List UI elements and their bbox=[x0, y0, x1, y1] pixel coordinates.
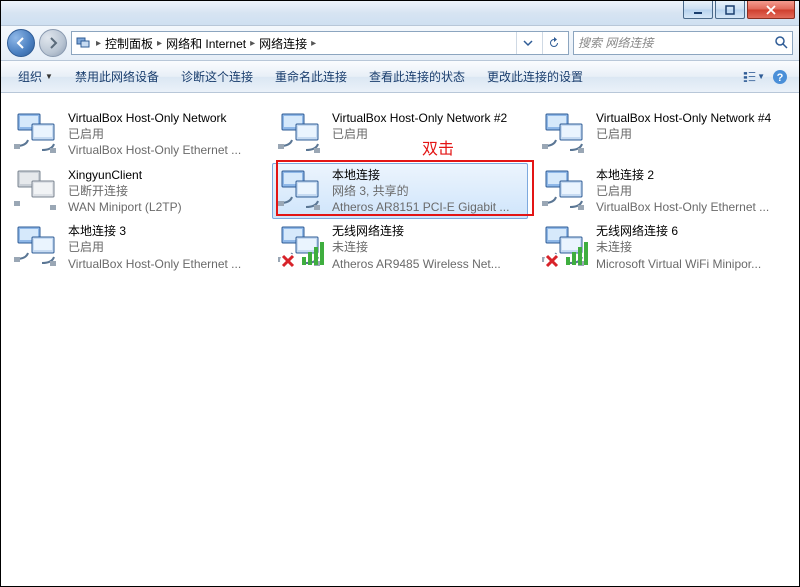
connection-text: 本地连接 3已启用VirtualBox Host-Only Ethernet .… bbox=[68, 223, 258, 272]
connection-name: 本地连接 bbox=[332, 167, 522, 183]
connection-status: 未连接 bbox=[332, 239, 522, 255]
view-icon bbox=[743, 69, 756, 85]
connection-icon bbox=[14, 223, 62, 271]
arrow-left-icon bbox=[15, 37, 27, 49]
connection-text: 本地连接 2已启用VirtualBox Host-Only Ethernet .… bbox=[596, 167, 786, 216]
chevron-down-icon: ▼ bbox=[757, 72, 765, 81]
explorer-window: ▸ 控制面板 ▸ 网络和 Internet ▸ 网络连接 ▸ 组织▼ 禁用此网络… bbox=[0, 0, 800, 587]
breadcrumb-network-internet[interactable]: 网络和 Internet bbox=[166, 35, 246, 52]
maximize-icon bbox=[725, 5, 735, 15]
connection-name: 无线网络连接 6 bbox=[596, 223, 786, 239]
connection-text: 无线网络连接未连接Atheros AR9485 Wireless Net... bbox=[332, 223, 522, 272]
chevron-right-icon: ▸ bbox=[96, 38, 101, 49]
connection-icon bbox=[14, 110, 62, 158]
connection-item[interactable]: 本地连接 3已启用VirtualBox Host-Only Ethernet .… bbox=[8, 219, 264, 276]
connection-device: VirtualBox Host-Only Ethernet ... bbox=[68, 142, 258, 158]
connection-item[interactable]: 本地连接 2已启用VirtualBox Host-Only Ethernet .… bbox=[536, 163, 792, 220]
titlebar bbox=[1, 1, 799, 26]
connection-status: 已启用 bbox=[596, 126, 786, 142]
connection-text: VirtualBox Host-Only Network #2已启用 bbox=[332, 110, 522, 142]
address-bar[interactable]: ▸ 控制面板 ▸ 网络和 Internet ▸ 网络连接 ▸ bbox=[71, 31, 569, 55]
close-icon bbox=[766, 5, 776, 15]
connection-icon bbox=[278, 167, 326, 215]
refresh-button[interactable] bbox=[542, 32, 564, 54]
connection-name: 本地连接 2 bbox=[596, 167, 786, 183]
connection-name: VirtualBox Host-Only Network #4 bbox=[596, 110, 786, 126]
connection-item[interactable]: VirtualBox Host-Only Network已启用VirtualBo… bbox=[8, 106, 264, 163]
maximize-button[interactable] bbox=[715, 1, 745, 19]
search-icon bbox=[774, 35, 788, 52]
minimize-icon bbox=[693, 5, 703, 15]
rename-button[interactable]: 重命名此连接 bbox=[266, 64, 356, 89]
svg-text:?: ? bbox=[777, 72, 784, 84]
connection-status: 已断开连接 bbox=[68, 183, 258, 199]
connection-icon bbox=[14, 167, 62, 215]
connection-item[interactable]: XingyunClient已断开连接WAN Miniport (L2TP) bbox=[8, 163, 264, 220]
connection-icon bbox=[542, 110, 590, 158]
connection-status: 已启用 bbox=[332, 126, 522, 142]
search-box[interactable] bbox=[573, 31, 793, 55]
connection-status: 已启用 bbox=[68, 126, 258, 142]
breadcrumb-control-panel[interactable]: 控制面板 bbox=[105, 35, 153, 52]
address-bar-row: ▸ 控制面板 ▸ 网络和 Internet ▸ 网络连接 ▸ bbox=[1, 26, 799, 61]
connection-name: VirtualBox Host-Only Network #2 bbox=[332, 110, 522, 126]
connection-item[interactable]: VirtualBox Host-Only Network #2已启用 bbox=[272, 106, 528, 163]
minimize-button[interactable] bbox=[683, 1, 713, 19]
connection-text: VirtualBox Host-Only Network已启用VirtualBo… bbox=[68, 110, 258, 159]
connection-item[interactable]: 本地连接网络 3, 共享的Atheros AR8151 PCI-E Gigabi… bbox=[272, 163, 528, 220]
connection-device: Atheros AR8151 PCI-E Gigabit ... bbox=[332, 199, 522, 215]
connection-status: 网络 3, 共享的 bbox=[332, 183, 522, 199]
nav-forward-button[interactable] bbox=[39, 29, 67, 57]
connection-name: 本地连接 3 bbox=[68, 223, 258, 239]
connection-name: 无线网络连接 bbox=[332, 223, 522, 239]
location-icon bbox=[76, 35, 92, 51]
refresh-icon bbox=[548, 37, 560, 49]
arrow-right-icon bbox=[47, 37, 59, 49]
connection-name: XingyunClient bbox=[68, 167, 258, 183]
connection-item[interactable]: VirtualBox Host-Only Network #4已启用 bbox=[536, 106, 792, 163]
nav-back-button[interactable] bbox=[7, 29, 35, 57]
help-icon: ? bbox=[772, 69, 788, 85]
breadcrumb-network-connections[interactable]: 网络连接 bbox=[259, 35, 307, 52]
connection-name: VirtualBox Host-Only Network bbox=[68, 110, 258, 126]
command-bar: 组织▼ 禁用此网络设备 诊断这个连接 重命名此连接 查看此连接的状态 更改此连接… bbox=[1, 61, 799, 93]
connection-text: XingyunClient已断开连接WAN Miniport (L2TP) bbox=[68, 167, 258, 216]
connection-status: 已启用 bbox=[68, 239, 258, 255]
connection-device: VirtualBox Host-Only Ethernet ... bbox=[68, 256, 258, 272]
help-button[interactable]: ? bbox=[769, 66, 791, 88]
chevron-right-icon: ▸ bbox=[157, 38, 162, 49]
diagnose-button[interactable]: 诊断这个连接 bbox=[172, 64, 262, 89]
chevron-right-icon: ▸ bbox=[311, 38, 316, 49]
disable-device-button[interactable]: 禁用此网络设备 bbox=[66, 64, 168, 89]
connections-grid: VirtualBox Host-Only Network已启用VirtualBo… bbox=[2, 94, 798, 288]
search-input[interactable] bbox=[578, 36, 770, 50]
connection-status: 未连接 bbox=[596, 239, 786, 255]
connection-item[interactable]: 无线网络连接 6未连接Microsoft Virtual WiFi Minipo… bbox=[536, 219, 792, 276]
connection-icon bbox=[278, 110, 326, 158]
content-area: VirtualBox Host-Only Network已启用VirtualBo… bbox=[2, 94, 798, 585]
chevron-down-icon: ▼ bbox=[45, 72, 53, 81]
view-status-button[interactable]: 查看此连接的状态 bbox=[360, 64, 474, 89]
chevron-down-icon bbox=[523, 38, 533, 48]
connection-status: 已启用 bbox=[596, 183, 786, 199]
window-controls bbox=[683, 1, 799, 25]
change-settings-button[interactable]: 更改此连接的设置 bbox=[478, 64, 592, 89]
connection-text: 本地连接网络 3, 共享的Atheros AR8151 PCI-E Gigabi… bbox=[332, 167, 522, 216]
close-button[interactable] bbox=[747, 1, 795, 19]
address-dropdown-button[interactable] bbox=[516, 32, 538, 54]
connection-device: WAN Miniport (L2TP) bbox=[68, 199, 258, 215]
connection-device: Atheros AR9485 Wireless Net... bbox=[332, 256, 522, 272]
view-options-button[interactable]: ▼ bbox=[743, 66, 765, 88]
connection-icon bbox=[542, 223, 590, 271]
chevron-right-icon: ▸ bbox=[250, 38, 255, 49]
connection-icon bbox=[278, 223, 326, 271]
connection-device: Microsoft Virtual WiFi Minipor... bbox=[596, 256, 786, 272]
connection-icon bbox=[542, 167, 590, 215]
connection-device: VirtualBox Host-Only Ethernet ... bbox=[596, 199, 786, 215]
connection-text: VirtualBox Host-Only Network #4已启用 bbox=[596, 110, 786, 142]
organize-button[interactable]: 组织▼ bbox=[9, 64, 62, 89]
connection-text: 无线网络连接 6未连接Microsoft Virtual WiFi Minipo… bbox=[596, 223, 786, 272]
connection-item[interactable]: 无线网络连接未连接Atheros AR9485 Wireless Net... bbox=[272, 219, 528, 276]
